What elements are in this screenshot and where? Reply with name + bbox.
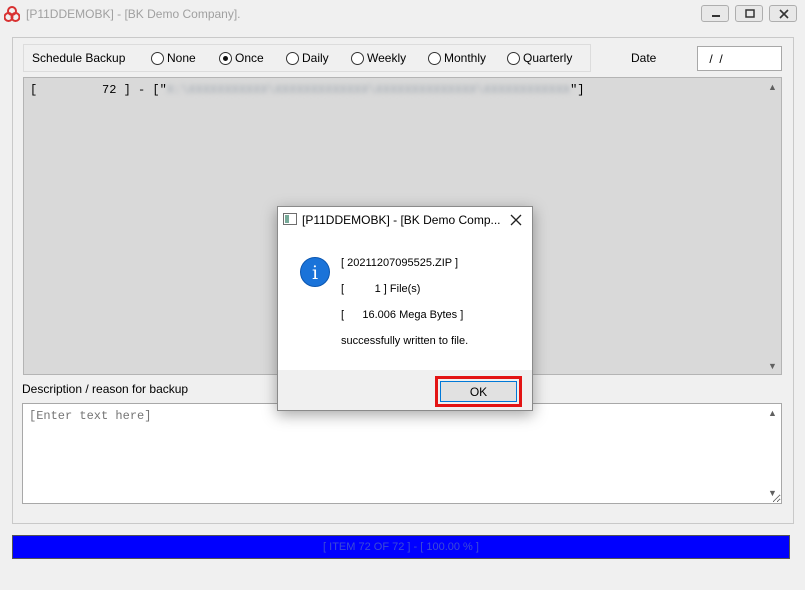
radio-quarterly-label: Quarterly bbox=[523, 51, 573, 65]
radio-once-indicator bbox=[219, 52, 232, 65]
radio-daily-indicator bbox=[286, 52, 299, 65]
scroll-down-icon[interactable]: ▼ bbox=[768, 361, 777, 371]
minimize-button[interactable] bbox=[701, 5, 729, 22]
radio-monthly-label: Monthly bbox=[444, 51, 487, 65]
radio-weekly-label: Weekly bbox=[367, 51, 407, 65]
log-line: [ 72 ] - ["X:\XXXXXXXXXXX\XXXXXXXXXXXXX\… bbox=[30, 83, 585, 97]
ok-button[interactable]: OK bbox=[440, 381, 517, 402]
scroll-down-icon[interactable]: ▼ bbox=[768, 488, 777, 498]
description-scrollbar[interactable]: ▲ ▼ bbox=[764, 405, 780, 502]
log-line-prefix: [ 72 ] - [" bbox=[30, 83, 167, 97]
title-bar[interactable]: [P11DDEMOBK] - [BK Demo Company]. bbox=[0, 0, 805, 28]
ok-button-highlight: OK bbox=[435, 376, 522, 407]
close-icon bbox=[779, 9, 789, 19]
progress-text: [ ITEM 72 OF 72 ] - [ 100.00 % ] bbox=[323, 541, 479, 553]
dialog-message-status: successfully written to file. bbox=[341, 335, 469, 347]
radio-none-label: None bbox=[167, 51, 196, 65]
dialog-message-filename: [ 20211207095525.ZIP ] bbox=[341, 257, 459, 269]
app-logo-icon bbox=[4, 6, 20, 22]
restore-button[interactable] bbox=[735, 5, 763, 22]
restore-icon bbox=[745, 9, 755, 18]
radio-daily-label: Daily bbox=[302, 51, 329, 65]
radio-none-indicator bbox=[151, 52, 164, 65]
log-line-suffix: "] bbox=[570, 83, 585, 97]
minimize-icon bbox=[712, 15, 720, 17]
dialog-app-icon bbox=[283, 213, 297, 225]
date-label: Date bbox=[631, 51, 657, 65]
window-title: [P11DDEMOBK] - [BK Demo Company]. bbox=[26, 7, 241, 21]
info-icon: i bbox=[300, 257, 330, 287]
close-button[interactable] bbox=[769, 5, 797, 22]
log-path-redacted: X:\XXXXXXXXXXX\XXXXXXXXXXXXX\XXXXXXXXXXX… bbox=[166, 83, 571, 97]
date-input[interactable] bbox=[697, 46, 782, 71]
schedule-label: Schedule Backup bbox=[32, 51, 126, 65]
dialog-title: [P11DDEMOBK] - [BK Demo Comp... bbox=[302, 213, 501, 227]
dialog-message-file-count: [ 1 ] File(s) bbox=[341, 283, 421, 295]
log-scrollbar[interactable]: ▲ ▼ bbox=[764, 79, 780, 373]
dialog-footer: OK bbox=[278, 370, 532, 410]
description-label: Description / reason for backup bbox=[22, 382, 189, 396]
radio-once-label: Once bbox=[235, 51, 264, 65]
radio-weekly-indicator bbox=[351, 52, 364, 65]
scroll-up-icon[interactable]: ▲ bbox=[768, 408, 777, 418]
description-input[interactable] bbox=[22, 403, 782, 504]
radio-quarterly-indicator bbox=[507, 52, 520, 65]
dialog-message-size: [ 16.006 Mega Bytes ] bbox=[341, 309, 464, 321]
info-dialog: [P11DDEMOBK] - [BK Demo Comp... i [ 2021… bbox=[277, 206, 533, 411]
dialog-close-icon[interactable] bbox=[508, 212, 524, 228]
progress-bar: [ ITEM 72 OF 72 ] - [ 100.00 % ] bbox=[12, 535, 790, 559]
radio-monthly-indicator bbox=[428, 52, 441, 65]
scroll-up-icon[interactable]: ▲ bbox=[768, 82, 777, 92]
